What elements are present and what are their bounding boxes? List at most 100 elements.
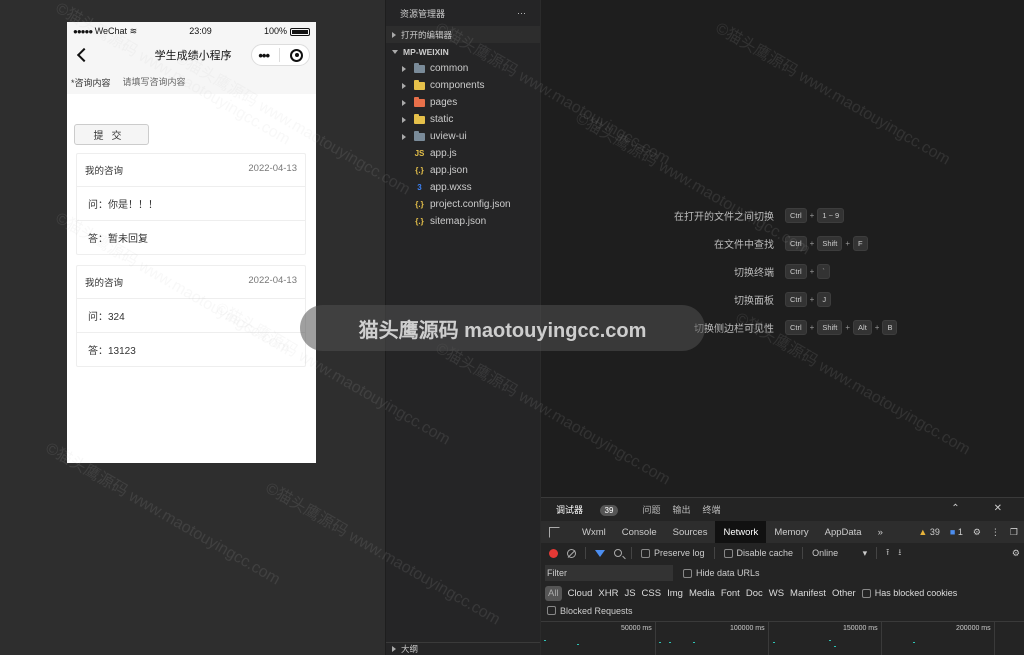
phone-simulator: ●●●●● WeChat ≋ 23:09 100% 学生成绩小程序 ••• *咨…	[67, 22, 316, 463]
card-question: 问：324	[77, 299, 305, 333]
page-title: 学生成绩小程序	[154, 50, 232, 62]
shortcut-key: Alt	[853, 319, 872, 335]
tree-folder-common[interactable]: common	[386, 60, 540, 77]
more-tabs-icon[interactable]: »	[870, 521, 891, 543]
filter-input[interactable]	[545, 565, 673, 581]
more-actions-icon[interactable]: ···	[517, 8, 526, 18]
project-root-section[interactable]: MP-WEIXIN	[386, 43, 540, 60]
devtools-tabs: Wxml Console Sources Network Memory AppD…	[541, 521, 1024, 543]
tab-issues[interactable]: 问题	[642, 503, 660, 516]
blocked-requests-checkbox[interactable]: Blocked Requests	[541, 603, 1024, 618]
filter-icon[interactable]	[595, 549, 605, 557]
tree-folder-static[interactable]: static	[386, 111, 540, 128]
editor-area: 在打开的文件之间切换 Ctrl + 1 ~ 9 在文件中查找 Ctrl + Shif…	[541, 0, 1024, 497]
timeline-tick: 200000 ms	[956, 625, 991, 632]
shortcut-key: F	[853, 235, 868, 251]
card-date: 2022-04-13	[248, 163, 297, 174]
devtools-panel: 调试器 39 问题 输出 终端 ⌃ ✕ Wxml Console Sources…	[541, 497, 1024, 655]
disable-cache-checkbox[interactable]: Disable cache	[723, 548, 793, 559]
network-toolbar: Preserve log Disable cache Online ▾ ⭱ ⭳ …	[541, 543, 1024, 563]
explorer-header: 资源管理器 ···	[386, 0, 540, 26]
type-filter-doc[interactable]: Doc	[746, 588, 763, 599]
open-editors-section[interactable]: 打开的编辑器	[386, 26, 540, 43]
folder-icon	[414, 113, 425, 124]
hide-data-urls-checkbox[interactable]: Hide data URLs	[683, 568, 760, 579]
type-filter-ws[interactable]: WS	[769, 588, 784, 599]
chevron-right-icon	[402, 116, 406, 123]
inspect-element-icon[interactable]	[549, 526, 560, 538]
consult-form-row: *咨询内容	[67, 70, 316, 94]
debugger-count-badge: 39	[599, 505, 619, 516]
close-icon[interactable]: ✕	[994, 503, 1002, 514]
type-filter-other[interactable]: Other	[832, 588, 856, 599]
import-har-icon[interactable]: ⭱	[886, 545, 889, 561]
tab-terminal[interactable]: 终端	[702, 503, 720, 516]
tree-file-sitemap[interactable]: {.} sitemap.json	[386, 213, 540, 230]
tree-folder-pages[interactable]: pages	[386, 94, 540, 111]
shortcut-row: 切换终端 Ctrl + `	[541, 263, 1024, 279]
outline-section[interactable]: 大纲	[386, 642, 540, 655]
type-filter-css[interactable]: CSS	[642, 588, 662, 599]
tab-sources[interactable]: Sources	[665, 521, 716, 543]
chevron-up-icon[interactable]: ⌃	[951, 503, 959, 514]
open-editors-label: 打开的编辑器	[401, 29, 453, 40]
file-label: app.js	[430, 148, 457, 159]
close-target-icon[interactable]	[290, 48, 303, 62]
type-filter-font[interactable]: Font	[721, 588, 740, 599]
warning-icon: ▲	[918, 527, 928, 537]
consult-input[interactable]	[122, 77, 253, 87]
tab-output[interactable]: 输出	[672, 503, 690, 516]
tree-file-app-js[interactable]: JS app.js	[386, 145, 540, 162]
tab-console[interactable]: Console	[614, 521, 665, 543]
json-file-icon: {.}	[415, 200, 424, 209]
shortcut-key: Ctrl	[785, 207, 807, 223]
clear-icon[interactable]	[567, 548, 576, 558]
export-har-icon[interactable]: ⭳	[898, 545, 901, 561]
search-icon[interactable]	[614, 549, 622, 557]
type-filter-manifest[interactable]: Manifest	[790, 588, 826, 599]
tree-file-project-config[interactable]: {.} project.config.json	[386, 196, 540, 213]
battery-icon	[289, 27, 310, 36]
type-filter-img[interactable]: Img	[667, 588, 683, 599]
more-icon[interactable]: •••	[258, 48, 270, 63]
back-arrow-icon[interactable]	[76, 47, 92, 63]
preserve-log-checkbox[interactable]: Preserve log	[641, 548, 705, 559]
tab-network[interactable]: Network	[715, 521, 767, 543]
type-filter-cloud[interactable]: Cloud	[568, 588, 593, 599]
network-settings-icon[interactable]: ⚙	[1012, 548, 1020, 559]
submit-button[interactable]: 提交	[74, 124, 149, 145]
throttle-select[interactable]: Online ▾	[812, 548, 867, 559]
status-bar: ●●●●● WeChat ≋ 23:09 100%	[67, 22, 316, 40]
network-timeline[interactable]: 50000 ms 100000 ms 150000 ms 200000 ms	[541, 621, 1024, 655]
tab-wxml[interactable]: Wxml	[574, 521, 614, 543]
json-file-icon: {.}	[415, 166, 424, 175]
folder-icon	[414, 62, 425, 73]
type-filter-js[interactable]: JS	[624, 588, 635, 599]
tree-folder-components[interactable]: components	[386, 77, 540, 94]
tab-memory[interactable]: Memory	[766, 521, 816, 543]
type-filter-xhr[interactable]: XHR	[598, 588, 618, 599]
type-filter-all[interactable]: All	[545, 585, 562, 601]
settings-gear-icon[interactable]: ⚙	[973, 527, 981, 538]
type-filter-media[interactable]: Media	[689, 588, 715, 599]
has-blocked-cookies-checkbox[interactable]: Has blocked cookies	[861, 588, 957, 599]
shortcut-label: 在打开的文件之间切换	[674, 211, 774, 223]
shortcut-label: 切换终端	[734, 267, 774, 279]
tree-file-app-json[interactable]: {.} app.json	[386, 162, 540, 179]
file-label: project.config.json	[430, 199, 511, 210]
chevron-right-icon	[402, 65, 406, 72]
dock-icon[interactable]: ❐	[1010, 527, 1018, 538]
tree-file-app-wxss[interactable]: 3 app.wxss	[386, 179, 540, 196]
tab-debugger[interactable]: 调试器 39	[556, 503, 630, 516]
record-icon[interactable]	[549, 548, 558, 558]
tab-appdata[interactable]: AppData	[817, 521, 870, 543]
tree-folder-uview-ui[interactable]: uview-ui	[386, 128, 540, 145]
shortcut-key: Ctrl	[785, 235, 807, 251]
consult-card: 我的咨询 2022-04-13 问：你是！！！ 答：暂未回复	[76, 153, 306, 255]
kebab-menu-icon[interactable]: ⋮	[991, 527, 1000, 538]
shortcut-key: Shift	[817, 319, 843, 335]
json-file-icon: {.}	[415, 217, 424, 226]
battery-label: 100%	[263, 26, 287, 36]
card-question: 问：你是！！！	[77, 187, 305, 221]
carrier-label: WeChat	[94, 25, 128, 36]
